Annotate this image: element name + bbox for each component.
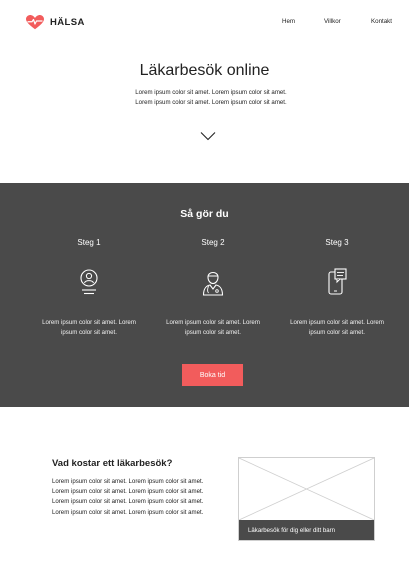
doctor-icon xyxy=(202,271,224,296)
user-badge-icon xyxy=(80,269,98,295)
step-1: Steg 1 Lorem ipsum color sit amet. Lorem… xyxy=(34,238,144,338)
nav-link-hem[interactable]: Hem xyxy=(282,18,295,25)
image-caption: Läkarbesök för dig eller ditt barn xyxy=(239,520,374,540)
step-text: Lorem ipsum color sit amet. Lorem ipsum … xyxy=(42,319,136,336)
step-text: Lorem ipsum color sit amet. Lorem ipsum … xyxy=(290,319,384,336)
hero-text: Lorem ipsum color sit amet. Lorem ipsum … xyxy=(135,89,287,106)
hero-title: Läkarbesök online xyxy=(139,62,270,79)
brand-name: HÄLSA xyxy=(50,17,85,28)
steps-title: Så gör du xyxy=(180,208,229,220)
step-label: Steg 2 xyxy=(201,238,225,247)
cost-title: Vad kostar ett läkarbesök? xyxy=(52,458,173,469)
cost-section: Vad kostar ett läkarbesök? Lorem ipsum c… xyxy=(0,407,409,578)
phone-chat-icon xyxy=(328,268,347,295)
step-2: Steg 2 Lorem ipsum color sit amet. Lorem… xyxy=(158,238,268,338)
brand-logo[interactable]: HÄLSA xyxy=(26,15,85,30)
heart-pulse-icon xyxy=(26,15,44,30)
nav-link-kontakt[interactable]: Kontakt xyxy=(371,18,392,25)
page: HÄLSA Hem Villkor Kontakt Läkarbesök onl… xyxy=(0,0,409,578)
image-card[interactable]: Läkarbesök för dig eller ditt barn xyxy=(238,457,375,541)
site-header: HÄLSA Hem Villkor Kontakt xyxy=(0,6,409,40)
step-text: Lorem ipsum color sit amet. Lorem ipsum … xyxy=(166,319,260,336)
step-3: Steg 3 Lorem ipsum color sit amet. Lorem… xyxy=(282,238,392,338)
book-appointment-button[interactable]: Boka tid xyxy=(182,364,243,386)
cost-text: Lorem ipsum color sit amet. Lorem ipsum … xyxy=(52,478,204,516)
chevron-down-icon[interactable] xyxy=(200,131,216,141)
steps-section: Så gör du Steg 1 Lorem ipsum color sit a… xyxy=(0,183,409,407)
hero-section: Läkarbesök online Lorem ipsum color sit … xyxy=(0,40,409,183)
nav-link-villkor[interactable]: Villkor xyxy=(324,18,341,25)
step-label: Steg 3 xyxy=(325,238,349,247)
step-label: Steg 1 xyxy=(77,238,101,247)
